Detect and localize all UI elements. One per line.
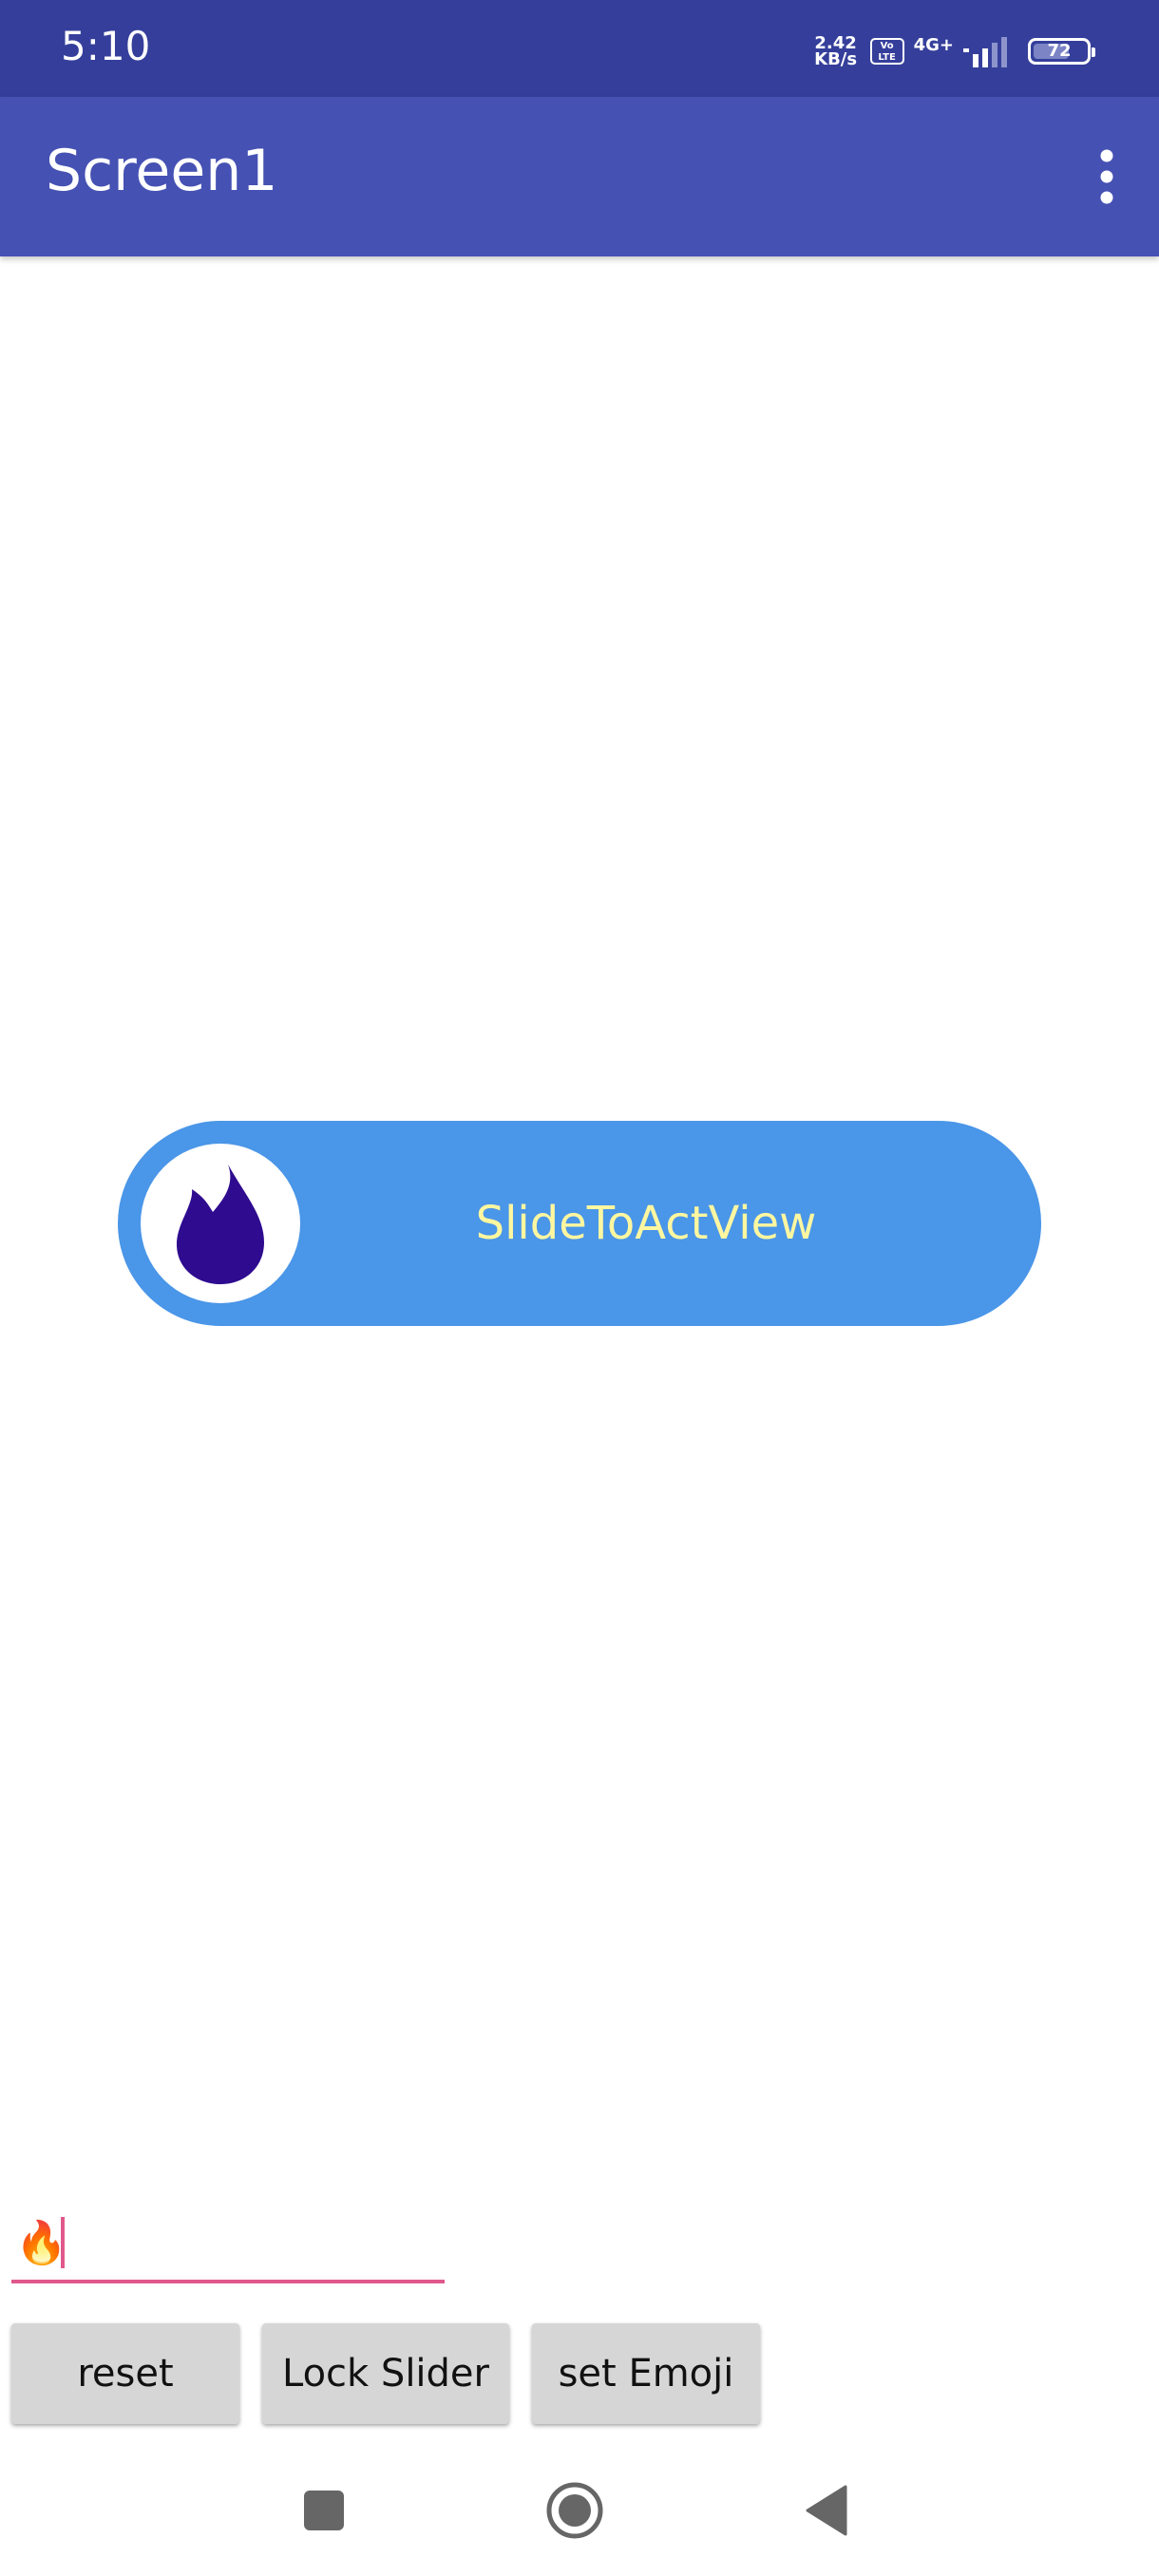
volte-icon: Vo LTE: [869, 38, 904, 65]
emoji-input[interactable]: 🔥: [11, 2200, 445, 2283]
slide-to-act-view[interactable]: SlideToActView: [118, 1121, 1041, 1326]
reset-button[interactable]: reset: [11, 2323, 239, 2424]
signal-icon: [963, 37, 1007, 67]
recents-square-icon[interactable]: [302, 2489, 346, 2532]
back-triangle-icon[interactable]: [804, 2485, 847, 2536]
network-speed: 2.42 KB/s: [811, 35, 861, 69]
emoji-input-value: 🔥: [15, 2219, 67, 2267]
volte-top-text: Vo: [880, 41, 894, 51]
text-caret: [61, 2217, 65, 2268]
battery-percent: 72: [1047, 41, 1072, 61]
page-title: Screen1: [46, 138, 278, 204]
battery-icon: 72: [1028, 38, 1095, 65]
fire-icon: [177, 1165, 264, 1284]
lock-slider-button[interactable]: Lock Slider: [262, 2323, 509, 2424]
set-emoji-button[interactable]: set Emoji: [532, 2323, 760, 2424]
slider-label: SlideToActView: [475, 1197, 817, 1250]
home-circle-icon[interactable]: [545, 2481, 604, 2540]
more-vert-icon: [1100, 149, 1113, 204]
overflow-menu-button[interactable]: [1074, 142, 1140, 211]
volte-bottom-text: LTE: [878, 52, 896, 63]
battery-tip: [1092, 47, 1095, 57]
network-type-label: 4G+: [913, 35, 954, 55]
network-speed-unit: KB/s: [814, 49, 858, 69]
mobile-network: 4G+: [914, 37, 954, 54]
app-bar: Screen1: [0, 97, 1159, 256]
status-bar: 5:10 2.42 KB/s Vo LTE 4G+ 72: [0, 0, 1159, 97]
status-icons: 2.42 KB/s Vo LTE 4G+ 72: [811, 32, 1095, 70]
status-time: 5:10: [61, 23, 151, 69]
navigation-bar: [0, 2462, 1159, 2576]
slider-knob[interactable]: [141, 1144, 300, 1303]
